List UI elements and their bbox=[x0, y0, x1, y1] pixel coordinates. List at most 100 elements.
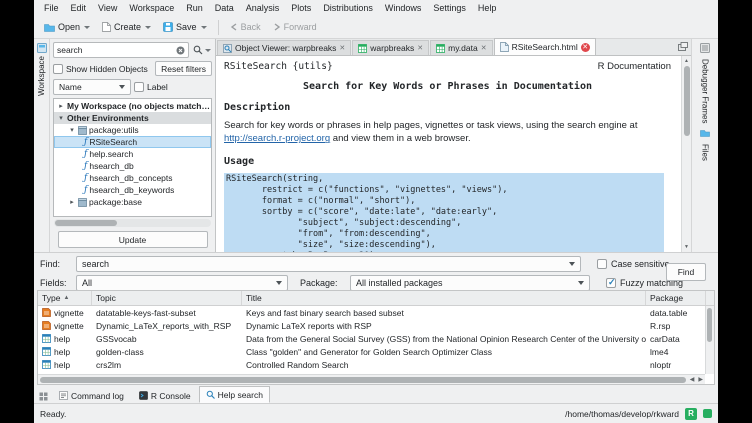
tab-rsitesearch-html[interactable]: RSiteSearch.html ✕ bbox=[494, 38, 596, 55]
workspace-dock-tab[interactable]: Workspace bbox=[37, 43, 47, 96]
table-row[interactable]: help GSSvocab Data from the General Soci… bbox=[38, 332, 714, 345]
table-row[interactable]: vignette Dynamic_LaTeX_reports_with_RSP … bbox=[38, 319, 714, 332]
workspace-dock-label: Workspace bbox=[37, 56, 46, 96]
menu-item-data[interactable]: Data bbox=[209, 2, 240, 14]
create-button[interactable]: Create bbox=[97, 20, 156, 34]
tree-item-package-utils[interactable]: ▾ package:utils bbox=[54, 124, 211, 136]
panel-switcher-icon[interactable] bbox=[36, 392, 51, 403]
find-button[interactable]: Find bbox=[666, 263, 706, 281]
column-header-topic[interactable]: Topic bbox=[92, 291, 242, 305]
column-header-package[interactable]: Package bbox=[646, 291, 706, 305]
menu-item-run[interactable]: Run bbox=[180, 2, 209, 14]
tab-command-log[interactable]: Command log bbox=[52, 388, 131, 403]
menu-item-workspace[interactable]: Workspace bbox=[123, 2, 180, 14]
package-combo[interactable]: All installed packages bbox=[350, 275, 590, 291]
fields-combo[interactable]: All bbox=[76, 275, 288, 291]
chevron-down-icon bbox=[578, 281, 584, 285]
find-combo[interactable]: search bbox=[76, 256, 581, 272]
menu-item-plots[interactable]: Plots bbox=[285, 2, 317, 14]
search-r-project-link[interactable]: http://search.r-project.org bbox=[224, 133, 330, 144]
clear-search-icon[interactable] bbox=[176, 46, 185, 55]
function-icon: ƒ bbox=[84, 138, 87, 146]
expander-icon[interactable]: ▸ bbox=[68, 198, 76, 206]
expander-icon[interactable]: ▾ bbox=[68, 126, 76, 134]
scrollbar-thumb[interactable] bbox=[55, 220, 117, 226]
table-row[interactable]: vignette datatable-keys-fast-subset Keys… bbox=[38, 306, 714, 319]
command-log-icon bbox=[59, 391, 68, 400]
expander-icon[interactable]: ▾ bbox=[57, 114, 65, 122]
object-search-field[interactable] bbox=[57, 45, 176, 55]
scroll-right-icon[interactable]: ▶ bbox=[696, 376, 705, 383]
tree-horizontal-scrollbar[interactable] bbox=[54, 219, 211, 227]
fields-value: All bbox=[82, 278, 92, 288]
column-header-title[interactable]: Title bbox=[242, 291, 646, 305]
menu-item-view[interactable]: View bbox=[92, 2, 123, 14]
tree-item-other-environments[interactable]: ▾ Other Environments bbox=[54, 112, 211, 124]
menu-item-analysis[interactable]: Analysis bbox=[240, 2, 286, 14]
table-row[interactable]: help golden-class Class "golden" and Gen… bbox=[38, 345, 714, 358]
scroll-left-icon[interactable]: ◀ bbox=[688, 376, 697, 383]
tree-item-package-base[interactable]: ▸ package:base bbox=[54, 196, 211, 208]
scrollbar-thumb[interactable] bbox=[40, 377, 686, 383]
files-dock-tab[interactable]: Files bbox=[701, 144, 710, 161]
help-vertical-scrollbar[interactable]: ▲ ▼ bbox=[681, 56, 691, 252]
case-sensitive-checkbox[interactable] bbox=[597, 259, 607, 269]
document-tabbar: Object Viewer: warpbreaks ✕ warpbreaks ✕… bbox=[216, 39, 691, 56]
menu-item-file[interactable]: File bbox=[38, 2, 65, 14]
tab-warpbreaks[interactable]: warpbreaks ✕ bbox=[352, 40, 429, 55]
menu-item-distributions[interactable]: Distributions bbox=[317, 2, 379, 14]
scrollbar-thumb[interactable] bbox=[707, 308, 712, 342]
package-label: Package: bbox=[300, 278, 344, 288]
results-vertical-scrollbar[interactable] bbox=[705, 306, 714, 374]
close-tab-icon[interactable]: ✕ bbox=[339, 45, 345, 52]
debugger-frames-dock-tab[interactable]: Debugger Frames bbox=[701, 59, 710, 123]
column-header-type[interactable]: Type▲ bbox=[38, 291, 92, 305]
data-table-icon bbox=[436, 44, 445, 53]
label-checkbox[interactable] bbox=[134, 82, 144, 92]
tree-item-hsearch-db-concepts[interactable]: ƒ hsearch_db_concepts bbox=[54, 172, 211, 184]
save-button[interactable]: Save bbox=[158, 20, 212, 34]
results-horizontal-scrollbar[interactable]: ◀ ▶ bbox=[38, 374, 705, 384]
close-tab-icon[interactable]: ✕ bbox=[417, 45, 423, 52]
tree-item-help-search[interactable]: ƒ help.search bbox=[54, 148, 211, 160]
table-row[interactable]: help crs2lm Controlled Random Search nlo… bbox=[38, 358, 714, 371]
expander-icon[interactable]: ▸ bbox=[57, 102, 65, 110]
menu-item-windows[interactable]: Windows bbox=[379, 2, 428, 14]
object-search-input[interactable] bbox=[53, 42, 189, 58]
menu-item-settings[interactable]: Settings bbox=[427, 2, 472, 14]
scroll-down-icon[interactable]: ▼ bbox=[684, 242, 689, 252]
status-message: Ready. bbox=[40, 409, 66, 419]
open-button[interactable]: Open bbox=[39, 20, 95, 34]
folder-icon bbox=[44, 23, 55, 32]
search-options-button[interactable] bbox=[192, 44, 212, 56]
function-icon: ƒ bbox=[84, 186, 87, 194]
close-tab-icon[interactable]: ✕ bbox=[581, 43, 590, 52]
menu-item-edit[interactable]: Edit bbox=[65, 2, 93, 14]
name-filter-combo[interactable]: Name bbox=[53, 79, 131, 95]
right-dock-strip: Debugger Frames Files bbox=[691, 39, 718, 252]
show-hidden-checkbox[interactable] bbox=[53, 64, 63, 74]
update-button[interactable]: Update bbox=[58, 231, 208, 248]
label-checkbox-label: Label bbox=[147, 82, 168, 92]
working-directory: /home/thomas/develop/rkward bbox=[565, 409, 679, 419]
fuzzy-matching-checkbox[interactable] bbox=[606, 278, 616, 288]
detach-view-icon[interactable] bbox=[678, 42, 688, 53]
forward-label: Forward bbox=[284, 22, 317, 32]
tab-r-console[interactable]: R Console bbox=[132, 388, 198, 403]
main-area: Workspace Show Hidden Obj bbox=[34, 39, 718, 252]
tab-my-data[interactable]: my.data ✕ bbox=[430, 40, 492, 55]
menu-item-help[interactable]: Help bbox=[472, 2, 503, 14]
scrollbar-thumb[interactable] bbox=[684, 66, 690, 136]
back-button[interactable]: Back bbox=[225, 20, 266, 34]
tree-item-hsearch-db[interactable]: ƒ hsearch_db bbox=[54, 160, 211, 172]
tree-item-my-workspace[interactable]: ▸ My Workspace (no objects matching filt… bbox=[54, 100, 211, 112]
close-tab-icon[interactable]: ✕ bbox=[481, 45, 487, 52]
scroll-up-icon[interactable]: ▲ bbox=[684, 56, 689, 66]
engine-idle-indicator bbox=[703, 409, 712, 418]
forward-button[interactable]: Forward bbox=[268, 20, 322, 34]
tab-help-search[interactable]: Help search bbox=[199, 386, 270, 403]
reset-filters-button[interactable]: Reset filters bbox=[155, 61, 212, 76]
tab-object-viewer-warpbreaks[interactable]: Object Viewer: warpbreaks ✕ bbox=[217, 40, 351, 55]
tree-item-hsearch-db-keywords[interactable]: ƒ hsearch_db_keywords bbox=[54, 184, 211, 196]
tree-item-rsitesearch[interactable]: ƒ RSiteSearch bbox=[54, 136, 211, 148]
